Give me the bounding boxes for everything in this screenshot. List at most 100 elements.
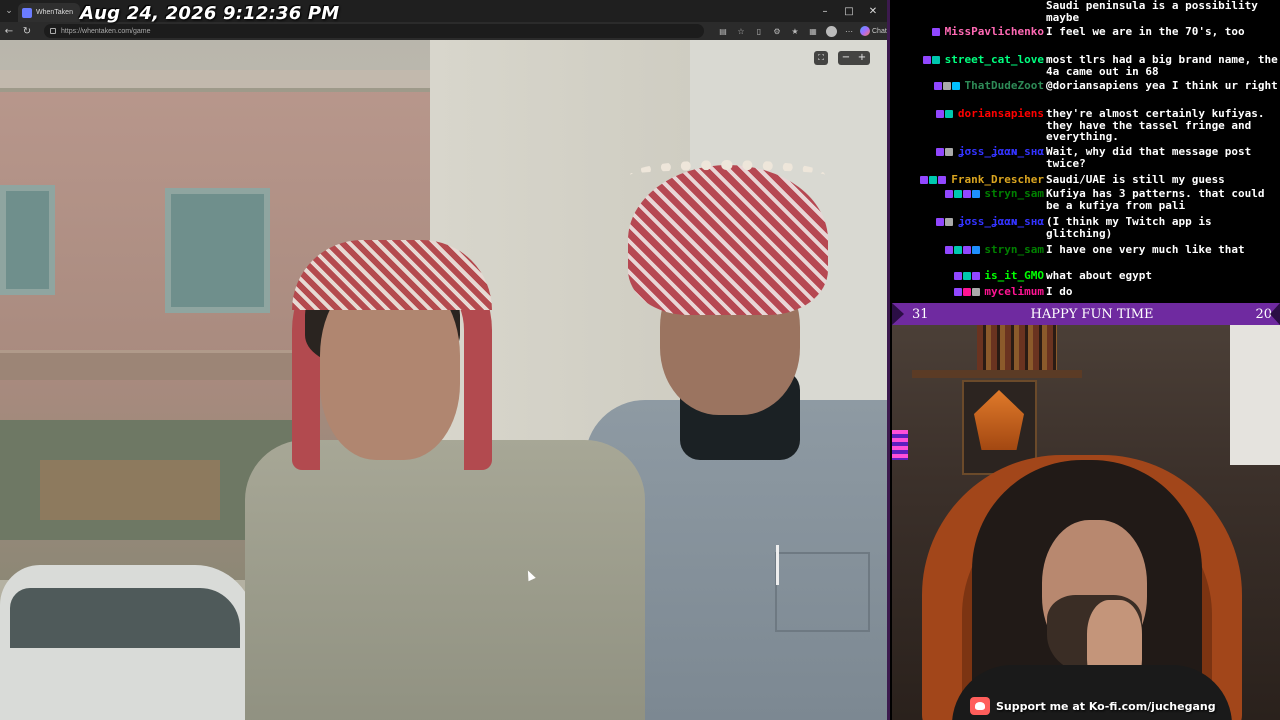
favorite-star-icon[interactable]: ☆ (734, 24, 748, 38)
chat-username[interactable]: Frank_Drescher (951, 174, 1044, 186)
chat-badges (935, 148, 953, 156)
stream-timestamp: Aug 24, 2026 9:12:36 PM (80, 3, 340, 24)
chat-badge-icon (962, 246, 971, 254)
chat-badge-icon (953, 190, 962, 198)
chat-message-text: I feel we are in the 70's, too (1046, 25, 1245, 38)
banner-notch (1270, 303, 1280, 325)
game-photo[interactable] (0, 40, 887, 720)
extensions-icon[interactable]: ⚙ (770, 24, 784, 38)
minimize-button[interactable]: – (813, 0, 837, 22)
back-button[interactable]: ← (0, 22, 18, 40)
tab-search-icon[interactable]: ⌄ (0, 0, 18, 22)
copilot-chat-button[interactable]: Chat (860, 26, 887, 36)
fullscreen-button[interactable]: ⛶ (814, 51, 828, 65)
chat-badge-icon (931, 56, 940, 64)
reader-icon[interactable]: ▤ (716, 24, 730, 38)
photo-roofline (0, 70, 500, 92)
chat-badges (953, 288, 980, 296)
kofi-text: Support me at Ko-fi.com/juchegang (996, 699, 1216, 713)
copilot-icon (860, 26, 870, 36)
chat-badge-icon (935, 218, 944, 226)
lock-icon (50, 28, 56, 34)
photo-shirt-pocket (775, 552, 870, 632)
chat-message: mycelimum I do (890, 286, 1280, 300)
banner-left-number: 31 (912, 306, 929, 322)
zoom-out-button[interactable]: − (838, 51, 854, 65)
favorites-icon[interactable]: ★ (788, 24, 802, 38)
chat-badges (944, 246, 980, 254)
chat-username[interactable]: is_it_GMO (984, 270, 1044, 282)
chat-username[interactable]: stryn_sam (984, 188, 1044, 200)
chat-badge-icon (944, 218, 953, 226)
chat-username[interactable]: ʝσѕѕ_ʝααɴ_ѕнα (958, 216, 1044, 228)
chat-badge-icon (962, 288, 971, 296)
bookshelf (977, 325, 1057, 370)
chat-badges (920, 176, 947, 184)
chat-username[interactable]: MissPavlichenko (945, 26, 1044, 38)
kofi-overlay: Support me at Ko-fi.com/juchegang (970, 696, 1216, 716)
chat-message-text: I have one very much like that (1046, 243, 1245, 256)
chat-badge-icon (962, 190, 971, 198)
rgb-lamp (892, 430, 908, 460)
zoom-controls: − + (838, 51, 870, 65)
banner-title: HAPPY FUN TIME (1030, 306, 1154, 322)
chat-message: Frank_Drescher Saudi/UAE is still my gues… (890, 174, 1280, 188)
chat-username[interactable]: street_cat_love (945, 54, 1044, 66)
chat-badge-icon (953, 246, 962, 254)
chat-badge-icon (929, 176, 938, 184)
chat-message-text: (I think my Twitch app is glitching) (1046, 215, 1212, 240)
chat-badge-icon (938, 176, 947, 184)
url-field[interactable]: https://whentaken.com/game (44, 24, 704, 38)
avatar (825, 25, 837, 37)
reload-button[interactable]: ↻ (18, 22, 36, 40)
more-icon[interactable]: ⋯ (842, 24, 856, 38)
chat-message: Saudi peninsula is a possibility maybe (890, 0, 1280, 24)
tab-whentaken[interactable]: WhenTaken (18, 3, 80, 22)
photo-kufiya-tassels (630, 160, 825, 190)
chat-badge-icon (944, 190, 953, 198)
chat-badge-icon (962, 272, 971, 280)
whentaken-favicon-icon (22, 7, 32, 18)
chat-username[interactable]: ThatDudeZoot (965, 80, 1044, 92)
chat-message-text: I do (1046, 285, 1073, 298)
chat-message: ʝσѕѕ_ʝααɴ_ѕнα (I think my Twitch app is g… (890, 216, 1280, 242)
screen: ⌄ WhenTaken – □ ✕ ← ↻ https://whentaken.… (0, 0, 1280, 720)
browser-window: ⌄ WhenTaken – □ ✕ ← ↻ https://whentaken.… (0, 0, 890, 720)
chat-badge-icon (942, 82, 951, 90)
chat-badge-icon (922, 56, 931, 64)
chat-message-text: they're almost certainly kufiyas. they h… (1046, 107, 1265, 143)
collections-icon[interactable]: ▦ (806, 24, 820, 38)
chat-message: ʝσѕѕ_ʝααɴ_ѕнα Wait, why did that message … (890, 146, 1280, 172)
banner-notch (892, 303, 904, 325)
profile-button[interactable] (824, 24, 838, 38)
chat-username[interactable]: doriansapiens (958, 108, 1044, 120)
chat-badge-icon (951, 82, 960, 90)
chat-message-text: Kufiya has 3 patterns. that could be a k… (1046, 187, 1265, 212)
address-bar-row: ← ↻ https://whentaken.com/game ▤ ☆ ▯ ⚙ ★… (0, 22, 887, 40)
chat-message-text: most tlrs had a big brand name, the 4a c… (1046, 53, 1278, 78)
chat-message-text: @doriansapiens yea I think ur right (1046, 79, 1278, 92)
stream-banner: 31 HAPPY FUN TIME 20 (892, 303, 1280, 325)
chat-username[interactable]: stryn_sam (984, 244, 1044, 256)
chat-badge-icon (953, 288, 962, 296)
chat-badge-icon (971, 246, 980, 254)
maximize-button[interactable]: □ (837, 0, 861, 22)
chat-message: ThatDudeZoot @doriansapiens yea I think u… (890, 80, 1280, 106)
window-controls: – □ ✕ (813, 0, 885, 22)
zoom-in-button[interactable]: + (854, 51, 870, 65)
chat-message: is_it_GMO what about egypt (890, 270, 1280, 284)
chat-message-text: what about egypt (1046, 269, 1152, 282)
chat-badges (933, 82, 960, 90)
chat-message: stryn_sam I have one very much like that (890, 244, 1280, 268)
chat-message: stryn_sam Kufiya has 3 patterns. that cou… (890, 188, 1280, 214)
close-button[interactable]: ✕ (861, 0, 885, 22)
toolbar-icons: ▤ ☆ ▯ ⚙ ★ ▦ ⋯ Chat (716, 24, 887, 38)
photo-man-left-body (245, 440, 645, 720)
webcam-feed (892, 325, 1280, 720)
kofi-cup-icon (970, 697, 990, 715)
split-screen-icon[interactable]: ▯ (752, 24, 766, 38)
chat-username[interactable]: mycelimum (984, 286, 1044, 298)
chat-label: Chat (872, 27, 887, 35)
chat-badge-icon (944, 148, 953, 156)
chat-username[interactable]: ʝσѕѕ_ʝααɴ_ѕнα (958, 146, 1044, 158)
